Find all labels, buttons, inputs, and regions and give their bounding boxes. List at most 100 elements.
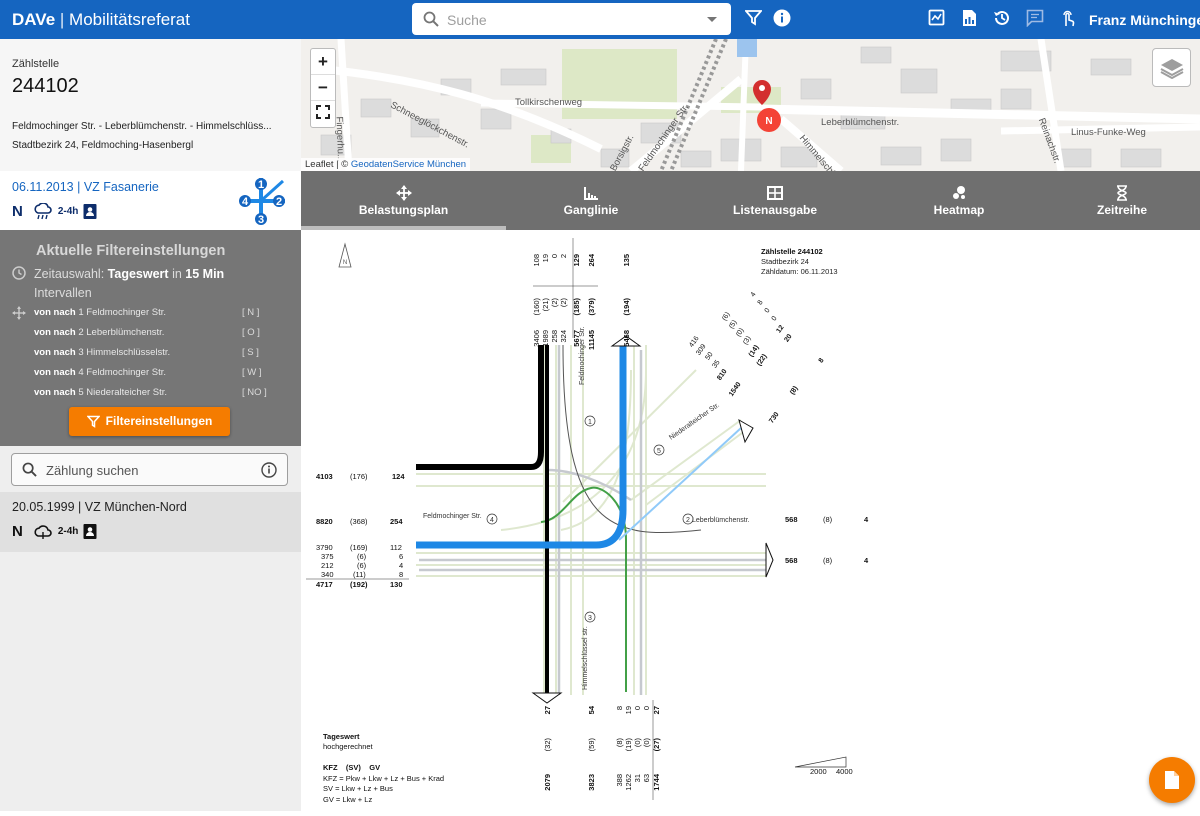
- svg-text:Himmelschlüssel str.: Himmelschlüssel str.: [582, 626, 589, 690]
- geodaten-link[interactable]: GeodatenService München: [351, 159, 466, 170]
- person-badge-icon: [83, 204, 97, 219]
- svg-text:(3): (3): [742, 335, 753, 346]
- svg-text:(11): (11): [353, 570, 366, 579]
- street-label: Linus-Funke-Weg: [1071, 127, 1146, 138]
- svg-text:258: 258: [550, 330, 559, 343]
- svg-text:(169): (169): [350, 543, 368, 552]
- map[interactable]: N Schneeglöckchenstr. Tollkirschenweg Le…: [301, 39, 1200, 171]
- svg-text:388: 388: [615, 774, 624, 787]
- svg-text:5468: 5468: [622, 330, 631, 347]
- zaehlstelle-district: Stadtbezirk 24, Feldmoching-Hasenbergl: [12, 140, 194, 151]
- svg-text:0: 0: [764, 307, 772, 314]
- svg-text:5677: 5677: [572, 330, 581, 347]
- svg-text:N: N: [765, 116, 772, 127]
- svg-text:27: 27: [652, 706, 661, 714]
- filter-settings-button[interactable]: Filtereinstellungen: [69, 407, 230, 436]
- svg-text:264: 264: [587, 253, 596, 266]
- svg-text:SV = Lkw + Lz + Bus: SV = Lkw + Lz + Bus: [323, 784, 393, 793]
- fullscreen-button[interactable]: [311, 101, 335, 127]
- svg-text:568: 568: [785, 556, 798, 565]
- svg-text:GV = Lkw + Lz: GV = Lkw + Lz: [323, 795, 372, 804]
- map-tiles: N: [320, 39, 1200, 171]
- svg-text:112: 112: [390, 543, 402, 552]
- tab-heatmap[interactable]: Heatmap: [874, 171, 1044, 230]
- pdf-icon[interactable]: [962, 9, 977, 27]
- svg-text:35: 35: [711, 359, 721, 369]
- zoom-out-button[interactable]: −: [311, 75, 335, 101]
- svg-text:6: 6: [399, 552, 403, 561]
- export-pdf-button[interactable]: [1149, 757, 1195, 803]
- history-icon[interactable]: [993, 9, 1011, 27]
- map-zoom-control: + −: [310, 48, 336, 128]
- svg-text:(2): (2): [550, 298, 559, 308]
- count-search-input[interactable]: Zählung suchen: [11, 453, 288, 486]
- count-icons: N 2-4h: [12, 522, 97, 540]
- svg-text:(8): (8): [823, 515, 833, 524]
- zaehlstelle-address: Feldmochinger Str. - Leberblümchenstr. -…: [12, 121, 272, 132]
- touch-icon[interactable]: [1061, 9, 1075, 27]
- svg-text:KFZ (SV) GV: KFZ (SV) GV: [323, 763, 380, 772]
- svg-text:4: 4: [399, 561, 403, 570]
- svg-text:2: 2: [559, 254, 568, 258]
- filter-icon[interactable]: [745, 9, 762, 26]
- svg-text:(21): (21): [541, 298, 550, 312]
- tab-listenausgabe[interactable]: Listenausgabe: [676, 171, 874, 230]
- duration-badge: 2-4h: [57, 205, 79, 217]
- svg-text:(8): (8): [615, 738, 624, 748]
- tab-zeitreihe[interactable]: Zeitreihe: [1044, 171, 1200, 230]
- belastungsplan-panel: N Feldmochinger Str. Niederalteicher Str…: [301, 230, 1200, 811]
- street-label: Leberblümchenstr.: [821, 117, 900, 128]
- layers-button[interactable]: [1152, 48, 1191, 87]
- svg-text:0: 0: [642, 706, 651, 710]
- tab-belastungsplan[interactable]: Belastungsplan: [301, 171, 506, 230]
- svg-text:135: 135: [622, 254, 631, 267]
- svg-text:(2): (2): [559, 298, 568, 308]
- search-placeholder: Suche: [447, 12, 487, 28]
- svg-text:(6): (6): [357, 561, 367, 570]
- svg-text:1540: 1540: [728, 381, 743, 398]
- svg-text:254: 254: [390, 517, 403, 526]
- svg-text:20: 20: [783, 333, 793, 343]
- chart-icon: [584, 187, 598, 200]
- info-icon[interactable]: [261, 462, 277, 478]
- svg-text:(185): (185): [572, 298, 581, 316]
- search-icon: [22, 462, 37, 477]
- duration-badge: 2-4h: [57, 525, 79, 537]
- chat-icon[interactable]: [1026, 9, 1044, 27]
- n-badge: N: [12, 522, 23, 540]
- chevron-down-icon[interactable]: [707, 17, 717, 22]
- svg-text:(32): (32): [543, 738, 552, 752]
- clock-icon: [12, 266, 26, 280]
- svg-text:KFZ = Pkw + Lkw + Lz + Bus + K: KFZ = Pkw + Lkw + Lz + Bus + Krad: [323, 774, 444, 783]
- svg-text:0: 0: [550, 254, 559, 258]
- other-count-card[interactable]: 20.05.1999 | VZ München-Nord N 2-4h: [0, 492, 301, 552]
- svg-text:(6): (6): [721, 311, 732, 322]
- svg-text:(0): (0): [633, 738, 642, 748]
- svg-text:27: 27: [543, 706, 552, 714]
- info-icon[interactable]: [773, 9, 791, 27]
- user-name[interactable]: Franz Münchinger: [1089, 12, 1200, 28]
- global-search[interactable]: Suche: [412, 3, 731, 35]
- document-icon: [1165, 771, 1179, 789]
- svg-text:(6): (6): [357, 552, 367, 561]
- svg-text:(5): (5): [728, 319, 739, 330]
- svg-text:124: 124: [392, 472, 405, 481]
- selected-count-card[interactable]: 06.11.2013 | VZ Fasanerie N 2-4h 1 2 3 4: [0, 171, 301, 230]
- svg-text:(368): (368): [350, 517, 368, 526]
- svg-text:19: 19: [541, 254, 550, 262]
- report-icon[interactable]: [928, 9, 945, 26]
- svg-text:212: 212: [321, 561, 334, 570]
- app-brand[interactable]: DAVe | Mobilitätsreferat: [12, 10, 190, 30]
- svg-text:4717: 4717: [316, 580, 333, 589]
- hourglass-icon: [1117, 185, 1127, 201]
- tab-ganglinie[interactable]: Ganglinie: [506, 171, 676, 230]
- svg-text:730: 730: [768, 411, 780, 425]
- svg-text:50: 50: [704, 351, 714, 361]
- svg-text:4: 4: [864, 556, 869, 565]
- svg-text:3790: 3790: [316, 543, 333, 552]
- svg-text:568: 568: [785, 515, 798, 524]
- svg-text:130: 130: [390, 580, 403, 589]
- svg-text:2: 2: [686, 517, 690, 524]
- zoom-in-button[interactable]: +: [311, 49, 335, 75]
- heatmap-icon: [953, 186, 965, 199]
